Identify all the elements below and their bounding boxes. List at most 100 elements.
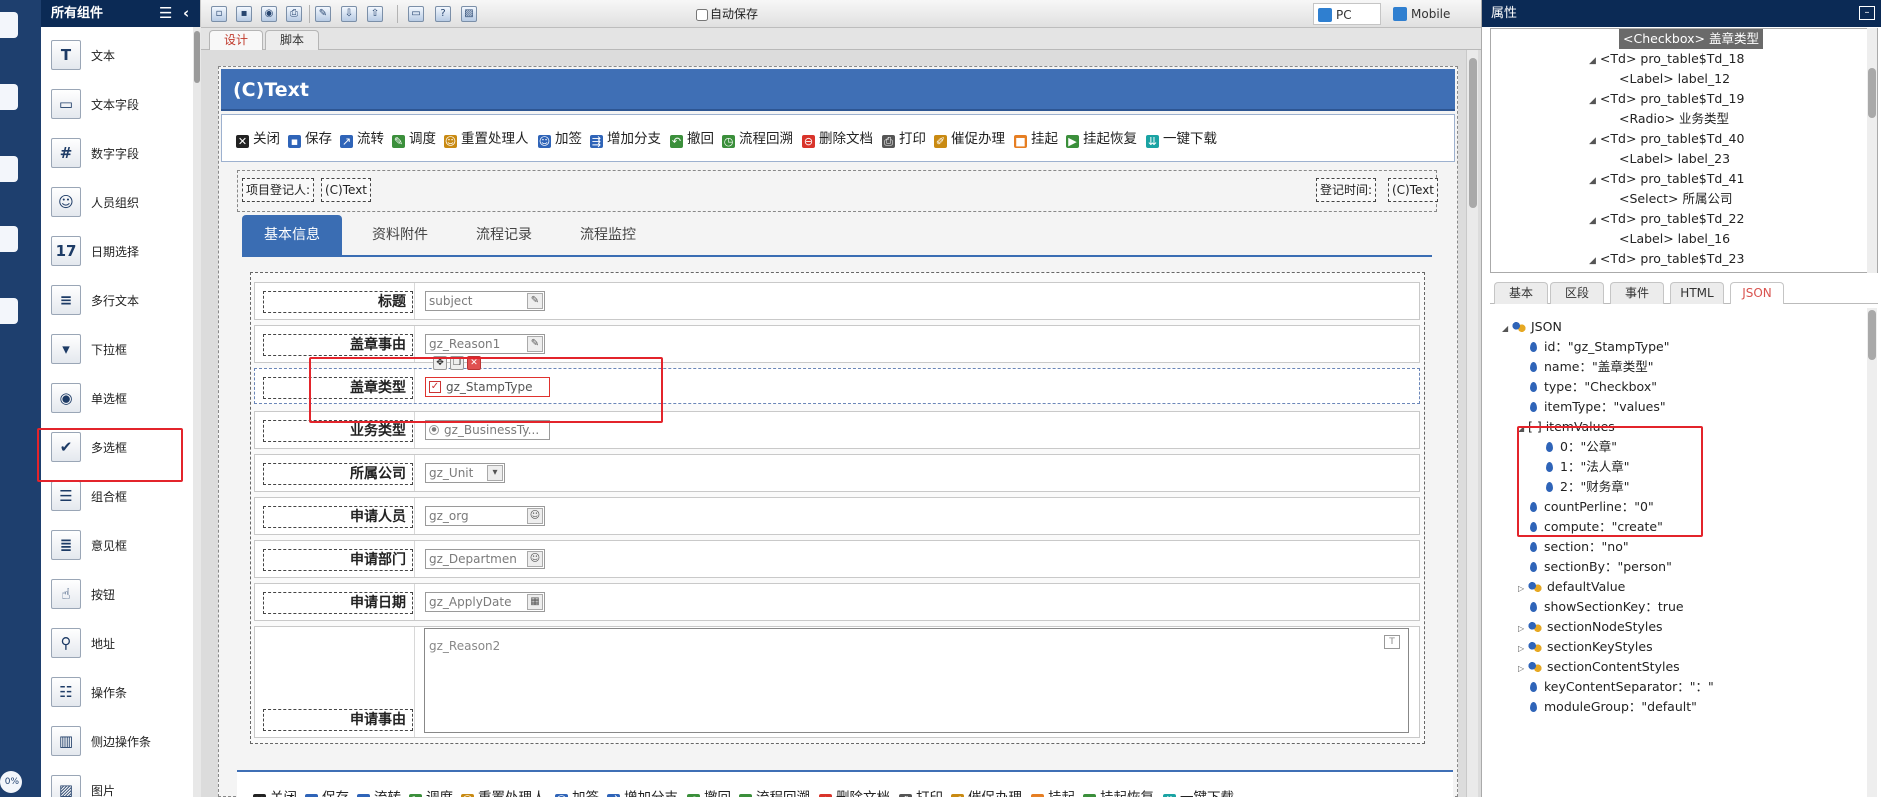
action-button[interactable]: ⎙打印: [899, 772, 943, 797]
palette-item[interactable]: ≣ 意见框: [41, 522, 201, 570]
tree-node[interactable]: ◢ <Td> pro_table$Td_22: [1589, 209, 1744, 231]
field-control-button[interactable]: ▾: [487, 465, 503, 481]
tree-node[interactable]: <Checkbox> 盖章类型: [1619, 29, 1763, 49]
field-control-button[interactable]: ☺: [527, 551, 543, 567]
field-label[interactable]: 申请日期: [263, 592, 413, 614]
field-control[interactable]: ● gz_BusinessTy...: [425, 420, 550, 440]
tab-prop[interactable]: 基本: [1494, 282, 1548, 304]
element-tree[interactable]: <Checkbox> 盖章类型 ◢ <Td> pro_table$Td_18 <Lab…: [1490, 28, 1878, 273]
registrant-label[interactable]: 项目登记人:: [242, 178, 315, 202]
json-node[interactable]: keyContentSeparator："：": [1518, 677, 1714, 697]
field-control[interactable]: gz_Departmen ☺: [425, 549, 545, 569]
expand-arrow-icon[interactable]: ◢: [1589, 216, 1596, 226]
tree-node[interactable]: ◢ <Td> pro_table$Td_19: [1589, 89, 1744, 111]
action-button[interactable]: ■ 挂起: [1014, 115, 1058, 163]
reg-time-label[interactable]: 登记时间:: [1316, 178, 1377, 202]
tree-node[interactable]: <Radio> 业务类型: [1619, 109, 1729, 129]
field-control[interactable]: gz_Unit ▾: [425, 463, 505, 483]
tab-prop[interactable]: JSON: [1730, 282, 1784, 304]
text-format-icon[interactable]: T: [1384, 635, 1400, 649]
palette-item[interactable]: ☷ 操作条: [41, 669, 201, 717]
palette-item[interactable]: ☝ 按钮: [41, 571, 201, 619]
wand-icon[interactable]: ✎: [315, 6, 331, 22]
field-label[interactable]: 申请部门: [263, 549, 413, 571]
palette-scroll-thumb[interactable]: [194, 31, 200, 83]
picture-icon[interactable]: ▨: [461, 6, 477, 22]
action-button[interactable]: ✕关闭: [253, 772, 297, 797]
action-button[interactable]: ↗流转: [340, 115, 384, 163]
import-icon[interactable]: ⇩: [341, 6, 357, 22]
field-control-button[interactable]: ▦: [527, 594, 543, 610]
canvas-scrollbar[interactable]: [1466, 50, 1478, 797]
new-icon[interactable]: ▫: [211, 6, 227, 22]
form-action-bar[interactable]: ✕ 关闭 ▪ 保存 ↗ 流转 ✎ 调度 ☺ 重置处理人 ☺ 加签 ⇶ 增加分支 ↶ 撤回 ◷ 流程回溯 ⊖ 删除文档 ⎙…: [221, 114, 1455, 162]
json-node[interactable]: ▷ sectionContentStyles: [1518, 657, 1680, 679]
json-node[interactable]: ▷ defaultValue: [1518, 577, 1625, 599]
json-node[interactable]: ▷ sectionNodeStyles: [1518, 617, 1663, 639]
tree-node[interactable]: ◢ <Td> pro_table$Td_41: [1589, 169, 1744, 191]
field-label[interactable]: 业务类型: [263, 420, 413, 442]
json-node[interactable]: name："盖章类型": [1518, 357, 1653, 377]
tree-node[interactable]: <Label> label_12: [1619, 69, 1730, 89]
palette-item[interactable]: ◉ 单选框: [41, 375, 201, 423]
json-scroll-thumb[interactable]: [1868, 310, 1876, 360]
action-button[interactable]: ☺加签: [538, 115, 582, 163]
action-button[interactable]: ↗流转: [357, 772, 401, 797]
action-button[interactable]: ✕关闭: [236, 115, 280, 163]
calendar-icon[interactable]: [0, 226, 18, 252]
palette-item[interactable]: ▭ 文本字段: [41, 81, 201, 129]
form-title[interactable]: (C)Text: [221, 69, 1455, 111]
expand-arrow-icon[interactable]: ◢: [1589, 256, 1596, 266]
action-button[interactable]: ⇊ 一键下载: [1146, 115, 1217, 163]
action-button[interactable]: ⊖删除文档: [819, 772, 890, 797]
field-control[interactable]: gz_ApplyDate ▦: [425, 592, 545, 612]
json-node[interactable]: ▷ sectionKeyStyles: [1518, 637, 1653, 659]
tree-scrollbar[interactable]: [1867, 28, 1877, 273]
window-icon[interactable]: ▭: [408, 6, 424, 22]
action-button[interactable]: ⊖删除文档: [802, 115, 873, 163]
action-button[interactable]: ⎙打印: [882, 115, 926, 163]
action-button[interactable]: ☺加签: [555, 772, 599, 797]
json-node[interactable]: showSectionKey：true: [1518, 597, 1684, 617]
expand-toggle-icon[interactable]: ▷: [1518, 639, 1528, 659]
collapse-left-icon[interactable]: ‹: [183, 0, 189, 27]
action-button[interactable]: ▶ 挂起恢复: [1066, 115, 1137, 163]
user-settings-icon[interactable]: [0, 298, 18, 324]
field-label[interactable]: 所属公司: [263, 463, 413, 485]
palette-item[interactable]: ▨ 图片: [41, 767, 201, 797]
mobile-mode-button[interactable]: Mobile: [1389, 3, 1469, 25]
tree-node[interactable]: <Select> 所属公司: [1619, 189, 1732, 209]
action-button[interactable]: ✎ 调度: [392, 115, 436, 163]
registrant-value[interactable]: (C)Text: [321, 178, 372, 202]
action-button[interactable]: ☺重置处理人: [461, 772, 546, 797]
tab-flow-monitor[interactable]: 流程监控: [558, 215, 658, 255]
expand-arrow-icon[interactable]: ◢: [1589, 56, 1596, 66]
palette-item[interactable]: ▥ 侧边操作条: [41, 718, 201, 766]
expand-toggle-icon[interactable]: ▷: [1518, 579, 1528, 599]
palette-item[interactable]: ☺ 人员组织: [41, 179, 201, 227]
action-button[interactable]: ✐催促办理: [951, 772, 1022, 797]
json-node[interactable]: moduleGroup："default": [1518, 697, 1697, 717]
field-label[interactable]: 盖章事由: [263, 334, 413, 356]
action-button[interactable]: ▪保存: [288, 115, 332, 163]
expand-toggle-icon[interactable]: ▷: [1518, 659, 1528, 679]
expand-arrow-icon[interactable]: ◢: [1589, 96, 1596, 106]
reason2-textarea[interactable]: gz_Reason2 T: [424, 628, 1409, 733]
tab-prop[interactable]: 事件: [1610, 282, 1664, 304]
tab-attachments[interactable]: 资料附件: [350, 215, 450, 255]
action-button[interactable]: ▪保存: [305, 772, 349, 797]
json-node[interactable]: itemType："values": [1518, 397, 1666, 417]
palette-item[interactable]: ▾ 下拉框: [41, 326, 201, 374]
expand-arrow-icon[interactable]: ◢: [1589, 136, 1596, 146]
json-scrollbar[interactable]: [1867, 308, 1877, 797]
document-icon[interactable]: [0, 156, 18, 182]
minimize-icon[interactable]: –: [1859, 6, 1875, 20]
monitor-icon[interactable]: [0, 84, 18, 110]
autosave-toggle[interactable]: 自动保存: [696, 6, 758, 22]
home-icon[interactable]: [0, 12, 18, 38]
field-control-button[interactable]: ✎: [527, 293, 543, 309]
action-button[interactable]: ↶ 撤回: [670, 115, 714, 163]
print-icon[interactable]: ⎙: [286, 6, 302, 22]
palette-item[interactable]: T 文本: [41, 32, 201, 80]
pc-mode-button[interactable]: PC: [1313, 3, 1381, 25]
